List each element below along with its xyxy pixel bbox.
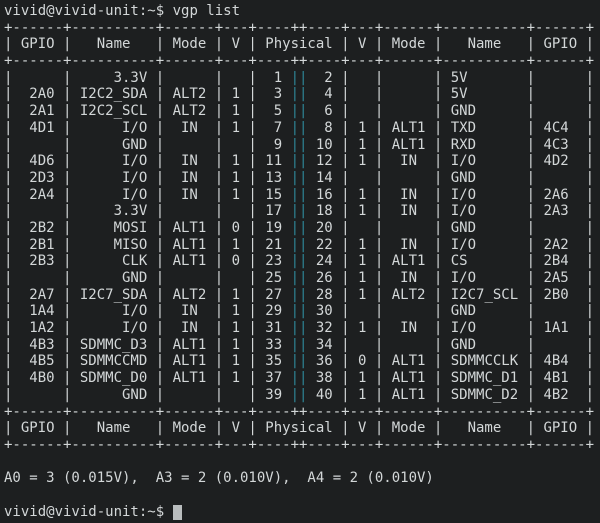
table-row: | 1A2 | I/O | IN | 1 | 31 || 32 | 1 | IN… — [4, 320, 600, 337]
table-row: | | GND | | | 25 || 26 | 1 | IN | I/O | … — [4, 270, 600, 287]
table-row: | 2A4 | I/O | IN | 1 | 15 || 16 | 1 | IN… — [4, 187, 600, 204]
table-separator-line: +------+----------+------+---+----++----… — [4, 404, 600, 421]
center-divider: || — [291, 237, 308, 253]
typed-command: vgp list — [173, 3, 240, 19]
table-row: | 2A1 | I2C2_SCL | ALT2 | 1 | 5 || 6 | |… — [4, 103, 600, 120]
table-row: | 2A0 | I2C2_SDA | ALT2 | 1 | 3 || 4 | |… — [4, 86, 600, 103]
table-row: | 4B3 | SDMMC_D3 | ALT1 | 1 | 33 || 34 |… — [4, 337, 600, 354]
table-row: | 2B2 | MOSI | ALT1 | 0 | 19 || 20 | | |… — [4, 220, 600, 237]
table-row: | 2B3 | CLK | ALT1 | 0 | 23 || 24 | 1 | … — [4, 253, 600, 270]
table-row: | 2A7 | I2C7_SDA | ALT2 | 1 | 27 || 28 |… — [4, 287, 600, 304]
table-separator-line: +------+----------+------+---+----++----… — [4, 437, 600, 454]
table-row: | | GND | | | 9 || 10 | 1 | ALT1 | RXD |… — [4, 137, 600, 154]
center-divider: || — [291, 220, 308, 236]
center-divider: || — [291, 303, 308, 319]
center-divider: || — [291, 103, 308, 119]
center-divider: || — [291, 153, 308, 169]
center-divider: || — [291, 387, 308, 403]
table-row: | | 3.3V | | | 17 || 18 | 1 | IN | I/O |… — [4, 203, 600, 220]
gpio-table: +------+----------+------+---+----++----… — [4, 20, 600, 454]
terminal-window[interactable]: vivid@vivid-unit:~$ vgp list +------+---… — [0, 0, 600, 523]
center-divider: || — [291, 337, 308, 353]
table-separator-line: +------+----------+------+---+----++----… — [4, 20, 600, 37]
blank-line — [4, 454, 600, 471]
table-row: | 4B0 | SDMMC_D0 | ALT1 | 1 | 37 || 38 |… — [4, 370, 600, 387]
table-header-line: | GPIO | Name | Mode | V | Physical | V … — [4, 420, 600, 437]
table-row: | | GND | | | 39 || 40 | 1 | ALT1 | SDMM… — [4, 387, 600, 404]
prompt-line: vivid@vivid-unit:~$ — [4, 504, 600, 521]
table-row: | | 3.3V | | | 1 || 2 | | | 5V | | — [4, 70, 600, 87]
table-separator-line: +------+----------+------+---+----++----… — [4, 53, 600, 70]
shell-prompt: vivid@vivid-unit:~$ — [4, 504, 164, 520]
center-divider: || — [291, 203, 308, 219]
table-row: | 4D6 | I/O | IN | 1 | 11 || 12 | 1 | IN… — [4, 153, 600, 170]
center-divider: || — [291, 70, 308, 86]
center-divider: || — [291, 120, 308, 136]
table-row: | 4B5 | SDMMCCMD | ALT1 | 1 | 35 || 36 |… — [4, 353, 600, 370]
table-row: | 1A4 | I/O | IN | 1 | 29 || 30 | | | GN… — [4, 303, 600, 320]
text-cursor — [173, 505, 182, 520]
table-row: | 4D1 | I/O | IN | 1 | 7 || 8 | 1 | ALT1… — [4, 120, 600, 137]
blank-line — [4, 487, 600, 504]
center-divider: || — [291, 187, 308, 203]
center-divider: || — [291, 270, 308, 286]
center-divider: || — [291, 137, 308, 153]
table-row: | 2D3 | I/O | IN | 1 | 13 || 14 | | | GN… — [4, 170, 600, 187]
center-divider: || — [291, 353, 308, 369]
center-divider: || — [291, 253, 308, 269]
command-line: vivid@vivid-unit:~$ vgp list — [4, 3, 600, 20]
center-divider: || — [291, 370, 308, 386]
center-divider: || — [291, 170, 308, 186]
table-header-line: | GPIO | Name | Mode | V | Physical | V … — [4, 36, 600, 53]
center-divider: || — [291, 287, 308, 303]
table-row: | 2B1 | MISO | ALT1 | 1 | 21 || 22 | 1 |… — [4, 237, 600, 254]
center-divider: || — [291, 86, 308, 102]
analog-readings-line: A0 = 3 (0.015V), A3 = 2 (0.010V), A4 = 2… — [4, 470, 600, 487]
center-divider: || — [291, 320, 308, 336]
shell-prompt: vivid@vivid-unit:~$ — [4, 3, 164, 19]
